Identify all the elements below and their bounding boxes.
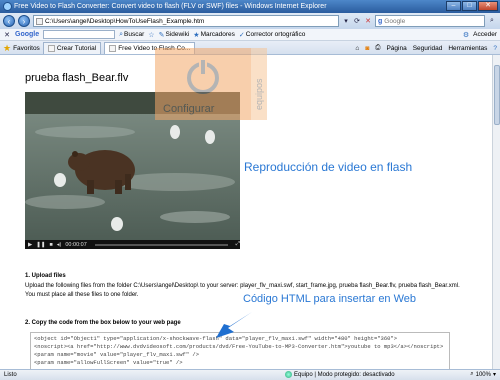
toolbar-acceder[interactable]: Acceder (473, 31, 497, 38)
dropdown-arrow-icon[interactable]: ▾ (342, 17, 350, 25)
vertical-scrollbar[interactable] (492, 55, 500, 369)
favorites-star-icon: ★ (3, 42, 12, 53)
search-icon: ⌕ (119, 30, 124, 38)
zoom-dropdown-icon: ▾ (492, 372, 496, 378)
zoom-level: 100% (475, 371, 491, 378)
toolbar-marcadores[interactable]: ★ Marcadores (193, 31, 235, 39)
star-icon: ☆ (148, 31, 155, 39)
computer-zone-icon (285, 371, 292, 378)
google-toolbar: ✕ Google ⌕ Buscar ☆ ✎ Sidewiki ★ Marcadores… (0, 29, 500, 41)
svg-text:Configurar: Configurar (163, 103, 215, 115)
play-icon[interactable]: ▶ (28, 242, 32, 248)
stop-icon[interactable]: ■ (49, 242, 52, 248)
maximize-button[interactable]: □ (462, 1, 477, 11)
google-search-input[interactable] (43, 30, 116, 39)
window-controls: – □ ✕ (446, 1, 498, 11)
toolbar-settings[interactable]: ⚙ (463, 31, 469, 39)
search-magnifier-icon[interactable]: ⌕ (488, 17, 496, 25)
zoom-magnifier-icon: ⌕ (470, 371, 474, 377)
page-icon (36, 17, 43, 25)
print-icon[interactable]: ⎙ (375, 44, 380, 52)
sidewiki-icon: ✎ (158, 31, 165, 39)
toolbar-star[interactable]: ☆ (148, 31, 154, 39)
command-bar: ⌂ ◙ ⎙ Página Seguridad Herramientas ? (355, 42, 497, 54)
code-line: <param name="allowFullScreen" value="tru… (34, 359, 183, 366)
code-line: <noscript><a href="http://www.dvdvideoso… (34, 343, 444, 350)
close-toolbar-icon[interactable]: ✕ (3, 31, 11, 39)
address-field[interactable]: C:\Users\angel\Desktop\HowToUseFlash_Exa… (33, 15, 339, 27)
feeds-icon[interactable]: ◙ (365, 45, 369, 52)
command-herramientas[interactable]: Herramientas (448, 45, 487, 52)
stop-icon[interactable]: ✕ (364, 17, 372, 25)
wrench-icon: ⚙ (462, 31, 470, 39)
video-controls: ▶ ❚❚ ■ ◂) 00:00:07 ⤢ (25, 240, 240, 249)
search-box[interactable]: g Google (375, 15, 485, 27)
refresh-icon[interactable]: ⟳ (353, 17, 361, 25)
annotation-video: Reproducción de video en flash (244, 160, 413, 174)
video-time: 00:00:07 (65, 241, 87, 248)
command-seguridad[interactable]: Seguridad (413, 45, 443, 52)
tab-page-icon (109, 45, 117, 52)
favorites-button[interactable]: ★ Favoritos (3, 42, 40, 54)
zone-text: Equipo | Modo protegido: desactivado (294, 371, 395, 378)
zoom-control[interactable]: ⌕ 100% ▾ (470, 371, 496, 378)
code-line: <param name="movie" value="player_flv_ma… (34, 351, 200, 358)
status-bar: Listo Equipo | Modo protegido: desactiva… (0, 369, 500, 380)
upload-heading: 1. Upload files (25, 273, 66, 279)
ie-logo-icon (3, 2, 12, 11)
google-logo: Google (15, 31, 40, 38)
zone-indicator: Equipo | Modo protegido: desactivado (285, 371, 395, 378)
window-titlebar: Free Video to Flash Converter: Convert v… (0, 0, 500, 13)
minimize-button[interactable]: – (446, 1, 461, 11)
configurar-equipos-watermark: Configurar equipos (155, 48, 267, 120)
spellcheck-icon: ✓ (238, 31, 245, 39)
google-g-icon: g (378, 17, 383, 25)
status-text: Listo (4, 372, 17, 378)
command-pagina[interactable]: Página (386, 45, 406, 52)
scrollbar-thumb[interactable] (494, 65, 500, 125)
copy-heading: 2. Copy the code from the box below to y… (25, 320, 181, 326)
toolbar-corrector[interactable]: ✓ Corrector ortográfico (239, 31, 305, 39)
annotation-arrow-icon (216, 312, 252, 338)
pause-icon[interactable]: ❚❚ (36, 242, 45, 248)
window-title: Free Video to Flash Converter: Convert v… (14, 3, 327, 10)
forward-button[interactable]: › (18, 15, 30, 27)
home-icon[interactable]: ⌂ (355, 45, 359, 52)
svg-text:equipos: equipos (254, 78, 264, 110)
video-progress-track[interactable] (94, 243, 228, 246)
tab-page-icon (47, 45, 55, 52)
toolbar-sidewiki[interactable]: ✎ Sidewiki (159, 31, 190, 39)
address-bar-row: ‹ › C:\Users\angel\Desktop\HowToUseFlash… (0, 13, 500, 29)
search-placeholder: Google (384, 17, 406, 25)
bookmark-star-icon: ★ (193, 31, 200, 39)
volume-icon[interactable]: ◂) (57, 242, 62, 248)
toolbar-buscar[interactable]: ⌕ Buscar (119, 31, 144, 39)
help-icon[interactable]: ? (493, 45, 497, 52)
back-button[interactable]: ‹ (3, 15, 15, 27)
tab-crear-tutorial[interactable]: Crear Tutorial (42, 42, 102, 54)
page-title: prueba flash_Bear.flv (25, 72, 129, 84)
fullscreen-icon[interactable]: ⤢ (236, 241, 240, 248)
annotation-html: Código HTML para insertar en Web (243, 293, 417, 305)
address-url: C:\Users\angel\Desktop\HowToUseFlash_Exa… (45, 17, 205, 25)
close-button[interactable]: ✕ (478, 1, 498, 11)
